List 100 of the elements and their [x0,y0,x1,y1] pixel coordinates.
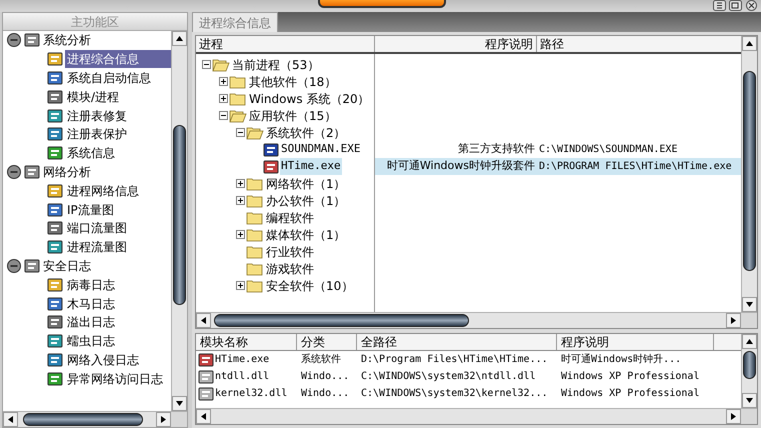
collapse-toggle[interactable] [202,60,211,69]
vertical-scrollbar[interactable] [171,31,187,411]
sidebar-item[interactable]: 系统自启动信息 [65,68,171,87]
tool-icon [47,202,63,218]
tree-node-label[interactable]: 网络软件（1） [265,174,347,192]
scroll-left-button[interactable] [196,409,211,424]
column-header[interactable]: 全路径 [357,334,557,350]
scroll-down-button[interactable] [742,297,757,312]
tree-node-label[interactable]: 应用软件（15） [248,106,338,124]
table-cell-text: D:\Program Files\HTime\HTime... [360,353,549,367]
expand-toggle[interactable] [236,179,245,188]
sidebar-item[interactable]: 木马日志 [65,294,171,313]
sidebar-item[interactable]: 异常网络访问日志 [65,370,171,388]
tool-icon [47,314,63,330]
sidebar-item[interactable]: 注册表保护 [65,125,171,144]
scroll-left-button[interactable] [3,412,18,427]
sidebar-item[interactable]: 病毒日志 [65,276,171,294]
column-header[interactable]: 进程 [196,36,375,52]
tab[interactable]: 进程综合信息 [192,12,278,32]
horizontal-scrollbar[interactable] [196,408,757,424]
horizontal-scrollbar[interactable] [3,411,187,427]
tree-node-label[interactable]: 其他软件（18） [248,72,338,90]
table-cell-text: D:\PROGRAM FILES\HTime\HTime.exe [538,160,733,174]
tool-icon [47,370,63,387]
scroll-thumb[interactable] [173,125,186,305]
sidebar-item[interactable]: 端口流量图 [65,219,171,238]
scroll-right-button[interactable] [156,412,171,427]
column-header[interactable]: 程序说明 [375,36,537,52]
column-header[interactable]: 分类 [297,334,357,350]
tool-icon [47,108,63,124]
scroll-left-button[interactable] [196,313,211,328]
column-header[interactable]: 路径 [537,36,741,52]
sidebar-item[interactable]: 蠕虫日志 [65,332,171,350]
column-header[interactable]: 程序说明 [557,334,714,350]
open-folder-icon [229,108,247,122]
expand-toggle[interactable] [236,230,245,239]
horizontal-scrollbar[interactable] [196,312,757,328]
scroll-thumb[interactable] [23,413,143,426]
tool-icon [47,239,63,256]
scroll-thumb[interactable] [743,71,756,271]
tree-node-label[interactable]: SOUNDMAN.EXE [280,141,362,158]
sidebar-item[interactable]: 网络入侵日志 [65,350,171,369]
tree-node-label[interactable]: 安全软件（10） [265,276,354,294]
vertical-scrollbar[interactable] [741,334,757,408]
program-icon [198,352,214,368]
scroll-down-button[interactable] [172,396,187,411]
sidebar-item[interactable]: 模块/进程 [65,88,171,106]
tool-icon [47,70,63,86]
sidebar-item[interactable]: 进程流量图 [65,238,171,256]
scroll-right-button[interactable] [726,313,741,328]
tree-node-label[interactable]: 编程软件 [265,208,315,226]
sidebar-group-label[interactable]: 安全日志 [43,256,91,275]
tree-node-label[interactable]: HTime.exe [280,158,342,175]
sidebar-item[interactable]: 系统信息 [65,144,171,162]
scroll-down-button[interactable] [742,393,757,408]
expand-toggle[interactable] [219,94,228,103]
collapse-toggle[interactable] [7,33,21,48]
tree-node-label[interactable]: 办公软件（1） [265,192,347,210]
folder-icon [246,194,264,208]
sidebar-item[interactable]: 进程综合信息 [65,50,171,68]
scroll-thumb[interactable] [743,351,756,379]
tree-node-label[interactable]: 游戏软件 [265,260,315,278]
table-cell-text: Windows XP Professional [560,387,700,401]
collapse-toggle[interactable] [219,111,228,120]
expand-toggle[interactable] [236,196,245,205]
sidebar-item[interactable]: IP流量图 [65,200,171,219]
tree-node-label[interactable]: Windows 系统（20） [248,90,371,108]
tool-icon [47,145,63,162]
column-header[interactable]: 模块名称 [196,334,297,350]
sidebar-item[interactable]: 进程网络信息 [65,182,171,200]
sidebar-item[interactable]: 注册表修复 [65,106,171,125]
open-folder-icon [246,126,264,140]
restore-icon[interactable] [729,0,742,11]
scroll-right-button[interactable] [726,409,741,424]
menu-icon[interactable] [713,0,726,11]
collapse-toggle[interactable] [7,258,21,273]
sidebar-group-label[interactable]: 网络分析 [43,162,91,181]
table-cell-text: 系统软件 [300,352,342,367]
tree-node-label[interactable]: 系统软件（2） [265,124,347,142]
tool-icon [47,182,63,199]
scroll-up-button[interactable] [742,334,757,349]
vertical-scrollbar[interactable] [741,36,757,312]
scroll-up-button[interactable] [742,36,757,51]
scroll-up-button[interactable] [172,31,187,46]
scrollbar-corner [741,409,757,424]
collapse-toggle[interactable] [236,128,245,137]
close-icon[interactable] [745,0,758,11]
sidebar-item[interactable]: 溢出日志 [65,313,171,332]
tool-icon [47,88,63,105]
tree-node-label[interactable]: 行业软件 [265,242,315,260]
scroll-thumb[interactable] [214,314,469,327]
tree-node-label[interactable]: 媒体软件（1） [265,226,347,244]
sidebar-group-label[interactable]: 系统分析 [43,31,91,50]
collapse-toggle[interactable] [7,164,21,179]
sidebar-title: 主功能区 [3,13,187,31]
table-cell-text: C:\WINDOWS\system32\ntdll.dll [360,370,537,384]
expand-toggle[interactable] [219,77,228,86]
tool-icon [47,296,63,312]
tree-node-label[interactable]: 当前进程（53） [231,56,320,74]
expand-toggle[interactable] [236,281,245,290]
